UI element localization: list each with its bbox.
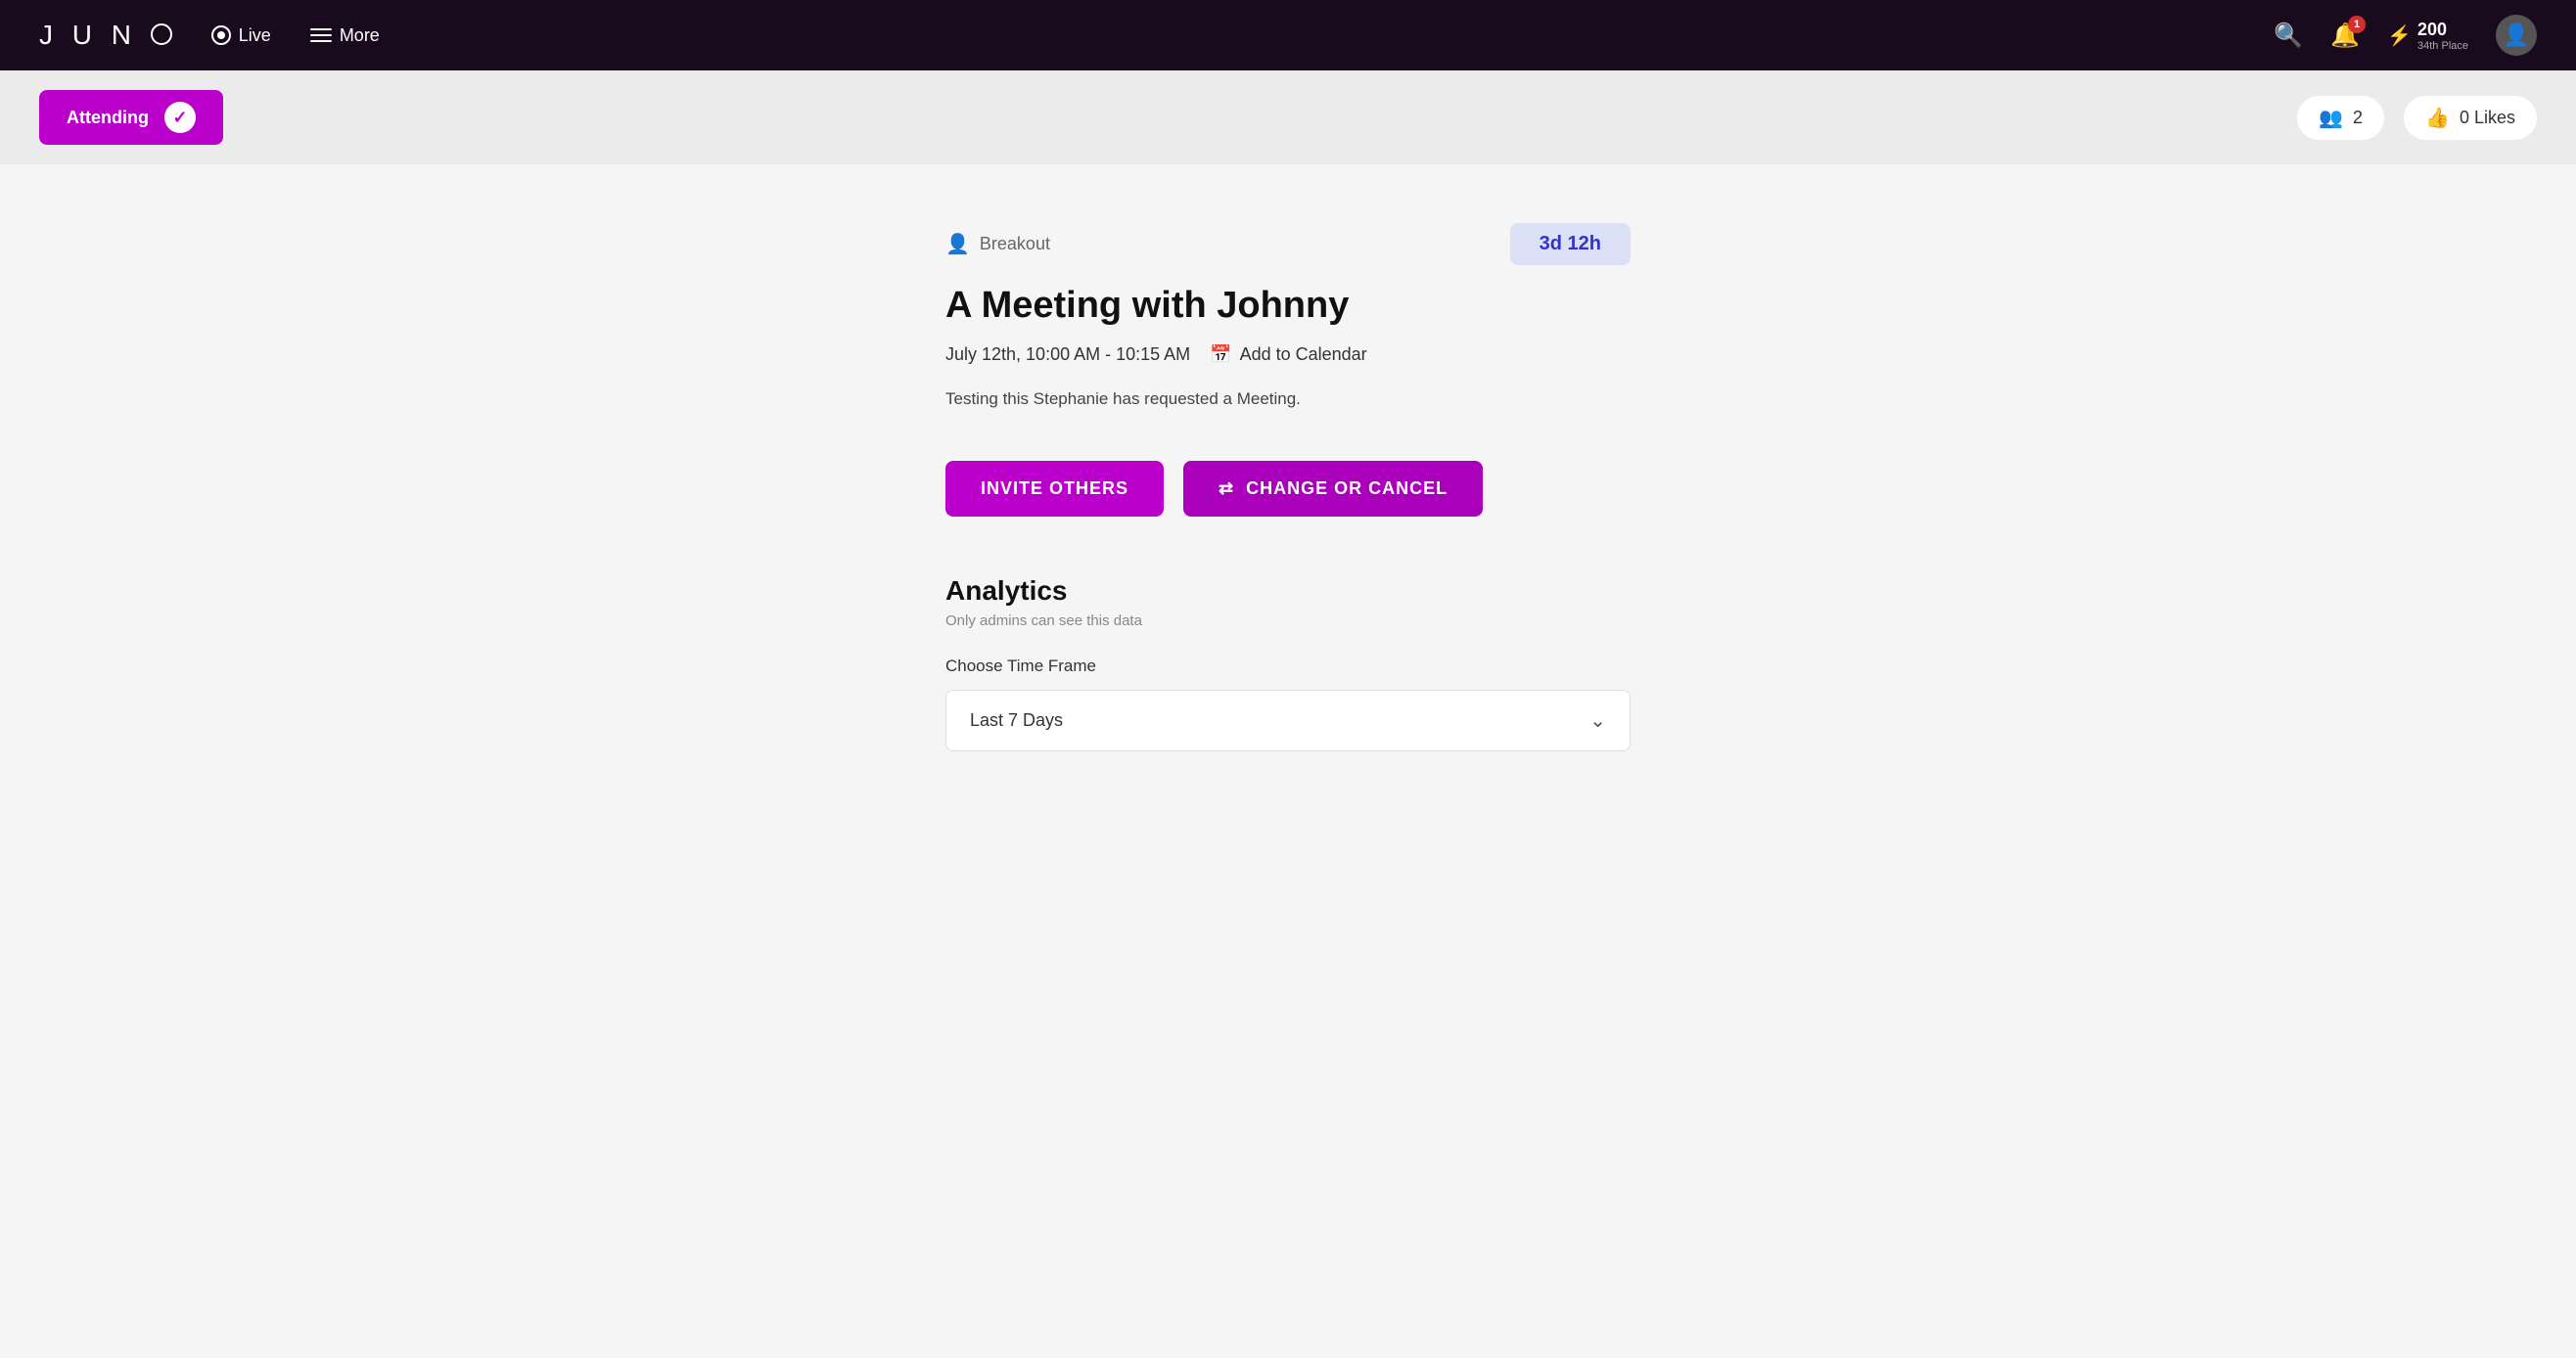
attending-button[interactable]: Attending ✓ <box>39 90 223 145</box>
swap-icon: ⇄ <box>1219 478 1234 499</box>
attending-checkmark: ✓ <box>164 102 196 133</box>
live-label: Live <box>239 25 271 46</box>
menu-icon <box>310 28 332 42</box>
analytics-title: Analytics <box>945 575 1631 607</box>
logo-text: J U N <box>39 20 172 51</box>
people-icon: 👥 <box>2319 106 2343 130</box>
points-rank: 34th Place <box>2417 40 2468 52</box>
event-header-row: 👤 Breakout 3d 12h <box>945 223 1631 265</box>
timeframe-label: Choose Time Frame <box>945 656 1631 676</box>
attendees-pill[interactable]: 👥 2 <box>2297 96 2384 140</box>
notification-badge: 1 <box>2348 16 2366 33</box>
chevron-down-icon: ⌄ <box>1589 708 1606 733</box>
breakout-text: Breakout <box>980 234 1050 254</box>
analytics-subtitle: Only admins can see this data <box>945 612 1631 629</box>
live-link[interactable]: Live <box>211 25 271 46</box>
meeting-title: A Meeting with Johnny <box>945 285 1631 327</box>
attending-stats: 👥 2 👍 0 Likes <box>2297 96 2537 140</box>
likes-pill[interactable]: 👍 0 Likes <box>2404 96 2537 140</box>
timeframe-dropdown[interactable]: Last 7 Days ⌄ <box>945 690 1631 751</box>
more-label: More <box>340 25 380 46</box>
points-value: 200 <box>2417 20 2468 40</box>
event-description: Testing this Stephanie has requested a M… <box>945 386 1631 412</box>
logo-o <box>151 23 172 45</box>
navbar: J U N Live More 🔍 🔔 1 ⚡ 200 34th Place 👤 <box>0 0 2576 70</box>
action-buttons: INVITE OTHERS ⇄ CHANGE OR CANCEL <box>945 461 1631 517</box>
search-icon[interactable]: 🔍 <box>2274 22 2303 50</box>
change-cancel-label: CHANGE OR CANCEL <box>1246 478 1448 499</box>
invite-others-button[interactable]: INVITE OTHERS <box>945 461 1164 517</box>
notification-wrapper[interactable]: 🔔 1 <box>2330 22 2360 50</box>
selected-timeframe: Last 7 Days <box>970 710 1063 731</box>
main-content: 👤 Breakout 3d 12h A Meeting with Johnny … <box>0 164 2576 1358</box>
add-calendar-label: Add to Calendar <box>1240 344 1367 365</box>
content-card: 👤 Breakout 3d 12h A Meeting with Johnny … <box>906 223 1670 751</box>
user-avatar[interactable]: 👤 <box>2496 15 2537 56</box>
time-remaining-badge: 3d 12h <box>1510 223 1631 265</box>
attendees-count: 2 <box>2353 108 2363 128</box>
date-row: July 12th, 10:00 AM - 10:15 AM 📅 Add to … <box>945 344 1631 365</box>
likes-count: 0 Likes <box>2460 108 2515 128</box>
attending-label: Attending <box>67 108 149 128</box>
add-to-calendar-link[interactable]: 📅 Add to Calendar <box>1210 344 1367 365</box>
points-badge: ⚡ 200 34th Place <box>2387 20 2468 52</box>
breakout-label: 👤 Breakout <box>945 232 1050 256</box>
attending-bar: Attending ✓ 👥 2 👍 0 Likes <box>0 70 2576 164</box>
change-or-cancel-button[interactable]: ⇄ CHANGE OR CANCEL <box>1183 461 1483 517</box>
bolt-icon: ⚡ <box>2387 23 2412 48</box>
navbar-right: 🔍 🔔 1 ⚡ 200 34th Place 👤 <box>2274 15 2537 56</box>
analytics-section: Analytics Only admins can see this data … <box>945 575 1631 751</box>
live-icon <box>211 25 231 45</box>
calendar-icon: 📅 <box>1210 344 1231 365</box>
navbar-left: J U N Live More <box>39 20 380 51</box>
points-info: 200 34th Place <box>2417 20 2468 52</box>
more-link[interactable]: More <box>310 25 380 46</box>
logo: J U N <box>39 20 172 51</box>
breakout-icon: 👤 <box>945 232 970 256</box>
event-date: July 12th, 10:00 AM - 10:15 AM <box>945 344 1190 365</box>
thumbs-up-icon: 👍 <box>2425 106 2450 130</box>
